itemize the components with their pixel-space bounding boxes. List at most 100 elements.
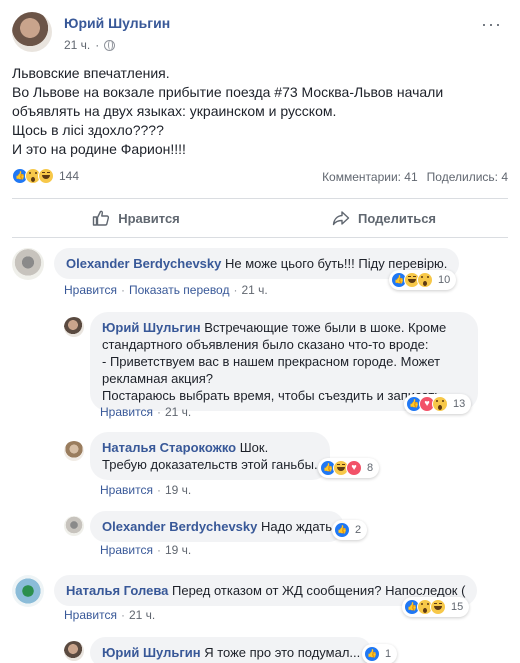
share-icon [332,211,350,226]
separator: · [156,405,161,419]
comment-text: Надо ждать [261,519,332,534]
comment-reactions[interactable]: 10 [389,270,457,290]
share-button-label: Поделиться [357,210,437,226]
comment: Наталья Голева Перед отказом от ЖД сообщ… [12,575,508,623]
more-options-icon[interactable]: ··· [481,14,502,35]
comment-text: Требую доказательств этой ганьбы. [102,457,318,472]
comment-timestamp[interactable]: 21 ч. [129,608,155,622]
separator: · [120,608,125,622]
comment-actions: Нравится · 19 ч. [100,543,191,557]
author-name[interactable]: Юрий Шульгин [64,15,170,31]
like-button[interactable]: Нравится [12,199,260,237]
comment-like-link[interactable]: Нравится [100,405,153,419]
commenter-name[interactable]: Юрий Шульгин [102,645,201,660]
post-timestamp[interactable]: 21 ч. [64,38,90,52]
commenter-avatar[interactable] [12,575,44,607]
comment-text: - Приветствуем вас в нашем прекрасном го… [102,354,441,369]
comment-bubble: Наталья Старокожко Шок. Требую доказател… [90,432,330,480]
like-button-label: Нравится [118,210,180,226]
comment-like-link[interactable]: Нравится [100,543,153,557]
comment-actions: Нравится · 21 ч. [100,405,191,419]
comment-like-link[interactable]: Нравится [64,608,117,622]
haha-icon [430,599,446,615]
comment-reply: Наталья Старокожко Шок. Требую доказател… [64,432,508,497]
reaction-icons[interactable]: 144 [12,168,79,184]
comment-timestamp[interactable]: 21 ч. [241,283,267,297]
comment-text: рекламная акция? [102,371,214,386]
separator: · [156,483,161,497]
post-line: Львовские впечатления. [12,65,170,81]
reaction-count: 8 [367,462,374,474]
love-icon [346,460,362,476]
comment-text: Шок. [239,440,269,455]
globe-icon [104,39,116,51]
comment-text: Встречающие тоже были в шоке. Кроме [204,320,447,335]
haha-icon [38,168,54,184]
author-avatar[interactable] [12,12,52,52]
comment-like-link[interactable]: Нравится [64,283,117,297]
meta-dot: · [95,38,100,52]
action-bar: Нравится Поделиться [12,198,508,238]
like-icon [334,522,350,538]
comment-reactions[interactable]: 8 [318,458,380,478]
commenter-avatar[interactable] [64,641,84,661]
post-line: И это на родине Фарион!!!! [12,141,186,157]
commenter-avatar[interactable] [12,248,44,280]
reaction-count: 2 [355,524,362,536]
post-line: Щось в лісі здохло???? [12,122,164,138]
summary-links: Комментарии: 41 Поделились: 4 [322,170,508,184]
thumb-up-icon [93,210,110,226]
comment-bubble: Olexander Berdychevsky Надо ждать [90,511,344,542]
comment-reactions[interactable]: 1 [362,644,398,663]
share-button[interactable]: Поделиться [260,199,508,237]
separator: · [120,283,125,297]
comment-actions: Нравится · 19 ч. [100,483,191,497]
reaction-count[interactable]: 144 [59,169,79,183]
comment-reply: Olexander Berdychevsky Надо ждать 2 Нрав… [64,511,508,557]
commenter-name[interactable]: Olexander Berdychevsky [66,256,221,271]
comment-reactions[interactable]: 2 [332,520,368,540]
reaction-count: 10 [438,274,451,286]
comment-reply: Юрий Шульгин Встречающие тоже были в шок… [64,312,508,422]
comment-text: Я тоже про это подумал... [204,645,361,660]
comment-reactions[interactable]: 13 [404,394,472,414]
commenter-name[interactable]: Наталья Голева [66,583,168,598]
like-icon [364,646,380,662]
separator: · [233,283,238,297]
commenter-avatar[interactable] [64,317,84,337]
comment-bubble: Юрий Шульгин Я тоже про это подумал... [90,637,373,663]
comment-text: Не може цього буть!!! Піду перевірю. [225,256,448,271]
comment-reactions[interactable]: 15 [402,597,470,617]
commenter-name[interactable]: Olexander Berdychevsky [102,519,257,534]
reaction-count: 13 [453,398,466,410]
comment-actions: Нравится · 21 ч. [64,608,155,622]
commenter-avatar[interactable] [64,441,84,461]
wow-icon [417,272,433,288]
comment-like-link[interactable]: Нравится [100,483,153,497]
commenter-name[interactable]: Юрий Шульгин [102,320,201,335]
reactions-summary: 144 Комментарии: 41 Поделились: 4 [12,168,508,188]
comment-timestamp[interactable]: 21 ч. [165,405,191,419]
comment-timestamp[interactable]: 19 ч. [165,483,191,497]
separator: · [156,543,161,557]
post-line: Во Львове на вокзале прибытие поезда #73… [12,84,444,100]
post-line: объявлять на двух языках: украинском и р… [12,103,337,119]
post-card: Юрий Шульгин 21 ч. · ··· Львовские впеча… [0,0,520,663]
commenter-avatar[interactable] [64,516,84,536]
post-header: Юрий Шульгин 21 ч. · ··· [12,12,508,56]
show-translation-link[interactable]: Показать перевод [129,283,230,297]
comment-actions: Нравится · Показать перевод · 21 ч. [64,283,268,297]
reaction-count: 1 [385,648,392,660]
comment: Olexander Berdychevsky Не може цього бут… [12,248,508,298]
commenter-name[interactable]: Наталья Старокожко [102,440,236,455]
reaction-count: 15 [451,601,464,613]
comment-text: стандартного объявления было сказано что… [102,337,429,352]
post-text: Львовские впечатления. Во Львове на вокз… [12,64,508,159]
comment-text: Перед отказом от ЖД сообщения? Напоследо… [172,583,466,598]
comment-reply: Юрий Шульгин Я тоже про это подумал... 1 [64,637,508,663]
wow-icon [432,396,448,412]
shares-link[interactable]: Поделились: 4 [427,170,508,184]
post-meta: 21 ч. · [64,38,116,52]
comment-timestamp[interactable]: 19 ч. [165,543,191,557]
comments-link[interactable]: Комментарии: 41 [322,170,418,184]
